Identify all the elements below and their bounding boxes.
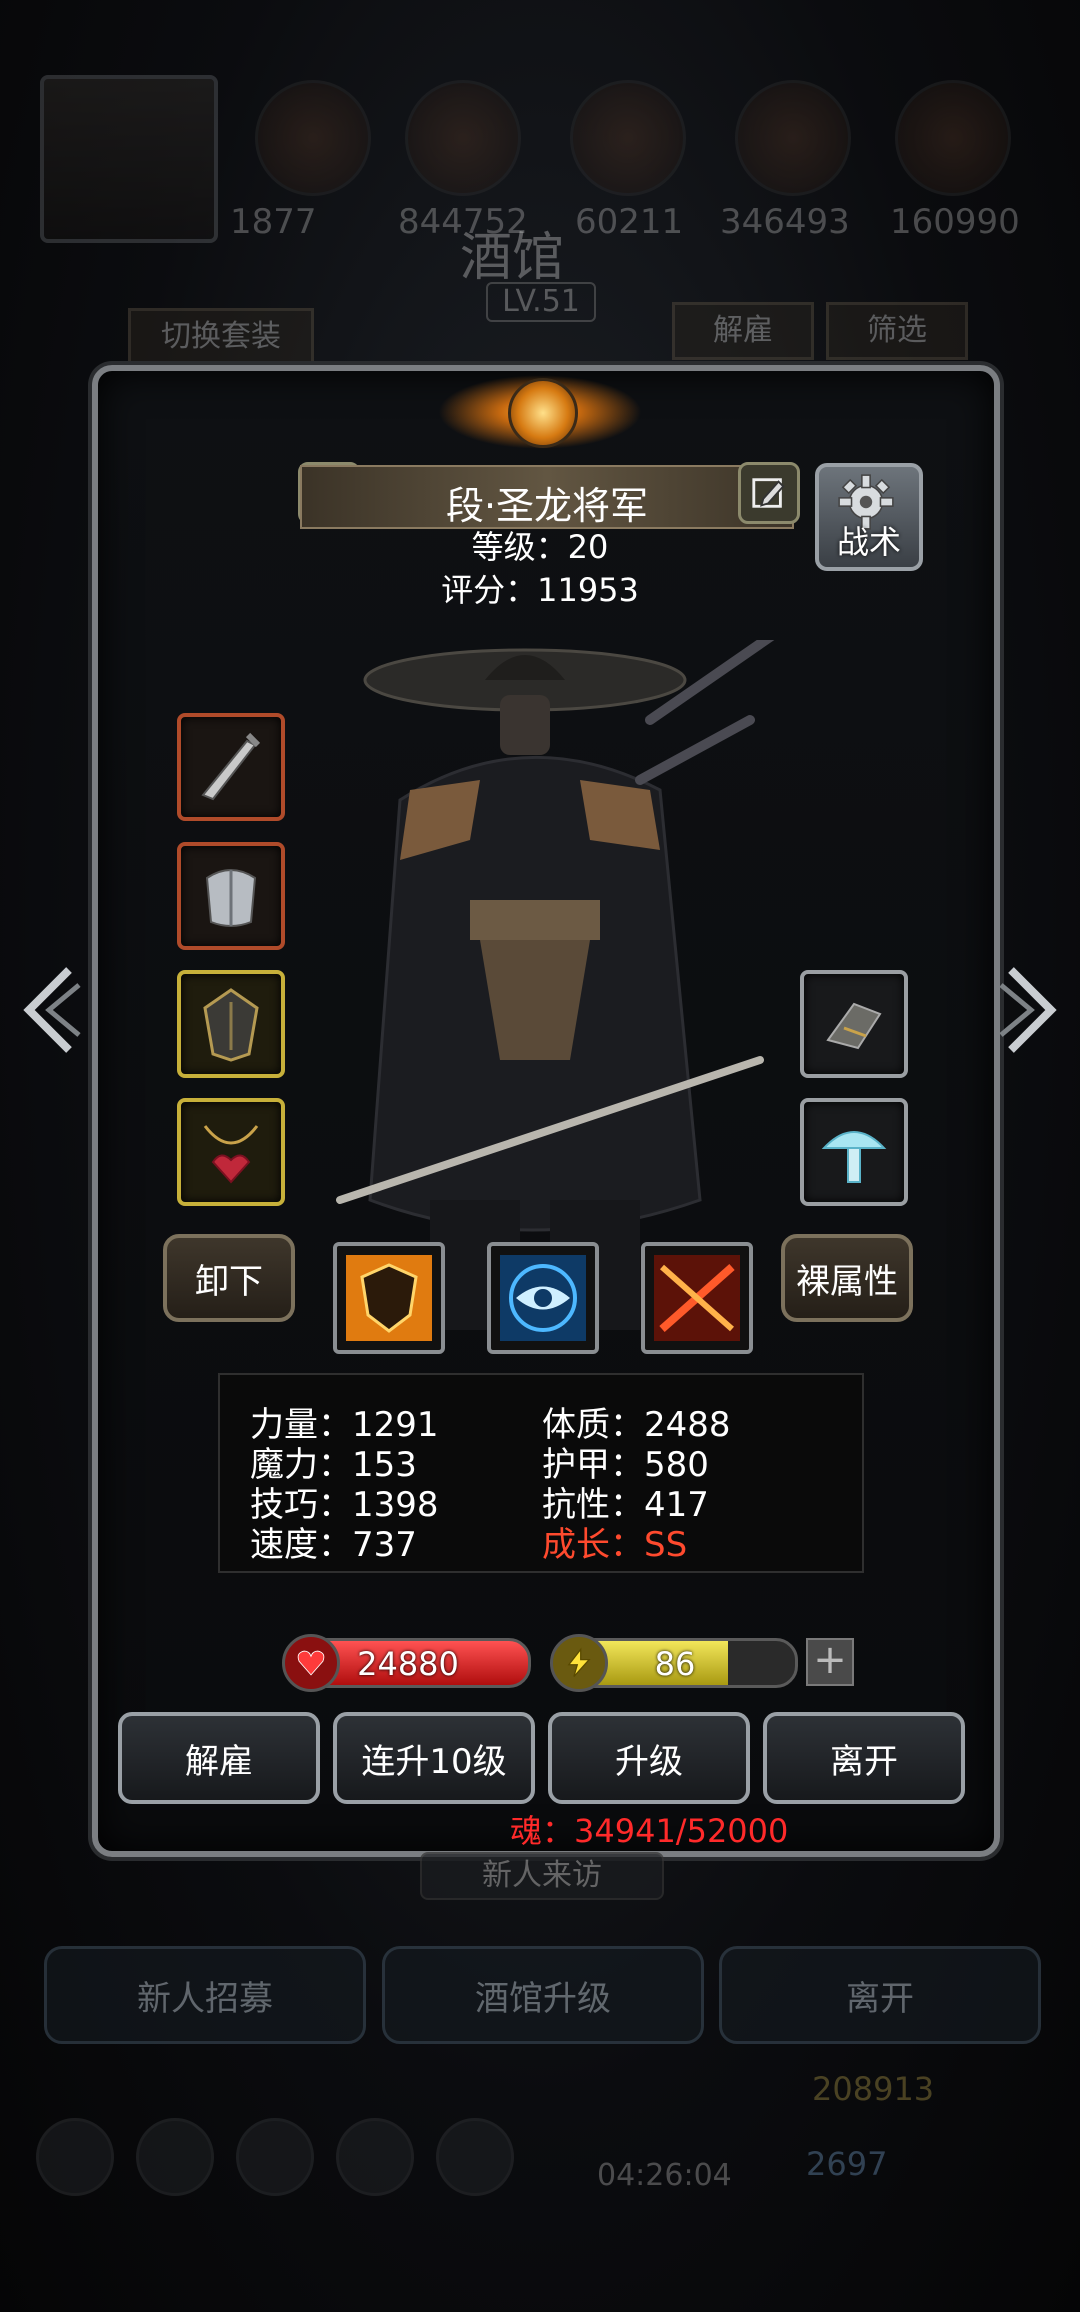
fire-shield-icon [346, 1255, 432, 1341]
newcomer-visit-label: 新人来访 [420, 1852, 664, 1900]
soul-counter: 魂：34941/52000 [510, 1812, 789, 1850]
dismiss-hero-button[interactable]: 解雇 [118, 1712, 320, 1804]
edit-icon [752, 478, 785, 508]
resource-icon [405, 80, 521, 196]
dock-icon [336, 2118, 414, 2196]
unequip-button[interactable]: 卸下 [163, 1234, 295, 1322]
dock-icon [36, 2118, 114, 2196]
resource-value: 346493 [720, 202, 850, 242]
skill-slot-1[interactable] [333, 1242, 445, 1354]
stats-panel: 力量：1291 魔力：153 技巧：1398 速度：737 体质：2488 护甲… [218, 1373, 864, 1573]
reward-timer: 04:26:04 [597, 2158, 732, 2193]
tavern-upgrade-button: 酒馆升级 [382, 1946, 704, 2044]
recruit-button: 新人招募 [44, 1946, 366, 2044]
resource-value: 1877 [230, 202, 317, 242]
skill-slot-3[interactable] [641, 1242, 753, 1354]
heart-icon [282, 1634, 340, 1692]
lightning-icon [550, 1634, 608, 1692]
resource-icon [735, 80, 851, 196]
equip-slot-armor[interactable] [177, 842, 285, 950]
previous-hero-arrow[interactable] [14, 960, 84, 1060]
tavern-level: LV.51 [486, 282, 596, 322]
level-up-10-button[interactable]: 连升10级 [333, 1712, 535, 1804]
resource-icon [895, 80, 1011, 196]
stat-growth: 成长：SS [542, 1525, 688, 1565]
bare-attributes-button[interactable]: 裸属性 [781, 1234, 913, 1322]
eye-icon [500, 1255, 586, 1341]
gem-value: 2697 [806, 2145, 888, 2183]
equip-slot-weapon[interactable] [177, 713, 285, 821]
bg-filter-button: 筛选 [826, 302, 968, 360]
frost-mushroom-icon [821, 1131, 887, 1183]
hero-name-bar: 段·圣龙将军 [300, 465, 794, 529]
bg-dismiss-button: 解雇 [672, 302, 814, 360]
hero-score: 评分：11953 [441, 571, 639, 609]
equip-slot-shoulder[interactable] [177, 970, 285, 1078]
add-energy-button[interactable]: + [806, 1638, 854, 1686]
equip-slot-gauntlet[interactable] [800, 970, 908, 1078]
dock-icon [436, 2118, 514, 2196]
tavern-title: 酒馆 [460, 228, 565, 288]
equip-slot-accessory[interactable] [800, 1098, 908, 1206]
next-hero-arrow[interactable] [996, 960, 1066, 1060]
necklace-icon [203, 1125, 259, 1184]
armor-icon [205, 869, 257, 927]
gold-value: 208913 [812, 2070, 935, 2108]
skill-slot-2[interactable] [487, 1242, 599, 1354]
resource-icon [255, 80, 371, 196]
stat-speed: 速度：737 [250, 1525, 417, 1565]
resource-value: 160990 [890, 202, 1020, 242]
background-top-bar: 1877 844752 60211 346493 160990 [0, 30, 1080, 243]
shoulder-icon [203, 988, 259, 1062]
player-avatar [40, 75, 218, 243]
hero-level: 等级：20 [471, 528, 609, 566]
equip-slot-necklace[interactable] [177, 1098, 285, 1206]
slash-icon [654, 1255, 740, 1341]
dock-icon [236, 2118, 314, 2196]
level-up-button[interactable]: 升级 [548, 1712, 750, 1804]
emblem-icon [508, 378, 578, 448]
resource-value: 60211 [575, 202, 684, 242]
bg-leave-button: 离开 [719, 1946, 1041, 2044]
rename-button[interactable] [738, 462, 800, 524]
switch-outfit-button: 切换套装 [128, 308, 314, 366]
leave-button[interactable]: 离开 [763, 1712, 965, 1804]
resource-icon [570, 80, 686, 196]
sword-icon [201, 732, 261, 801]
gauntlet-icon [826, 1002, 882, 1050]
dock-icon [136, 2118, 214, 2196]
